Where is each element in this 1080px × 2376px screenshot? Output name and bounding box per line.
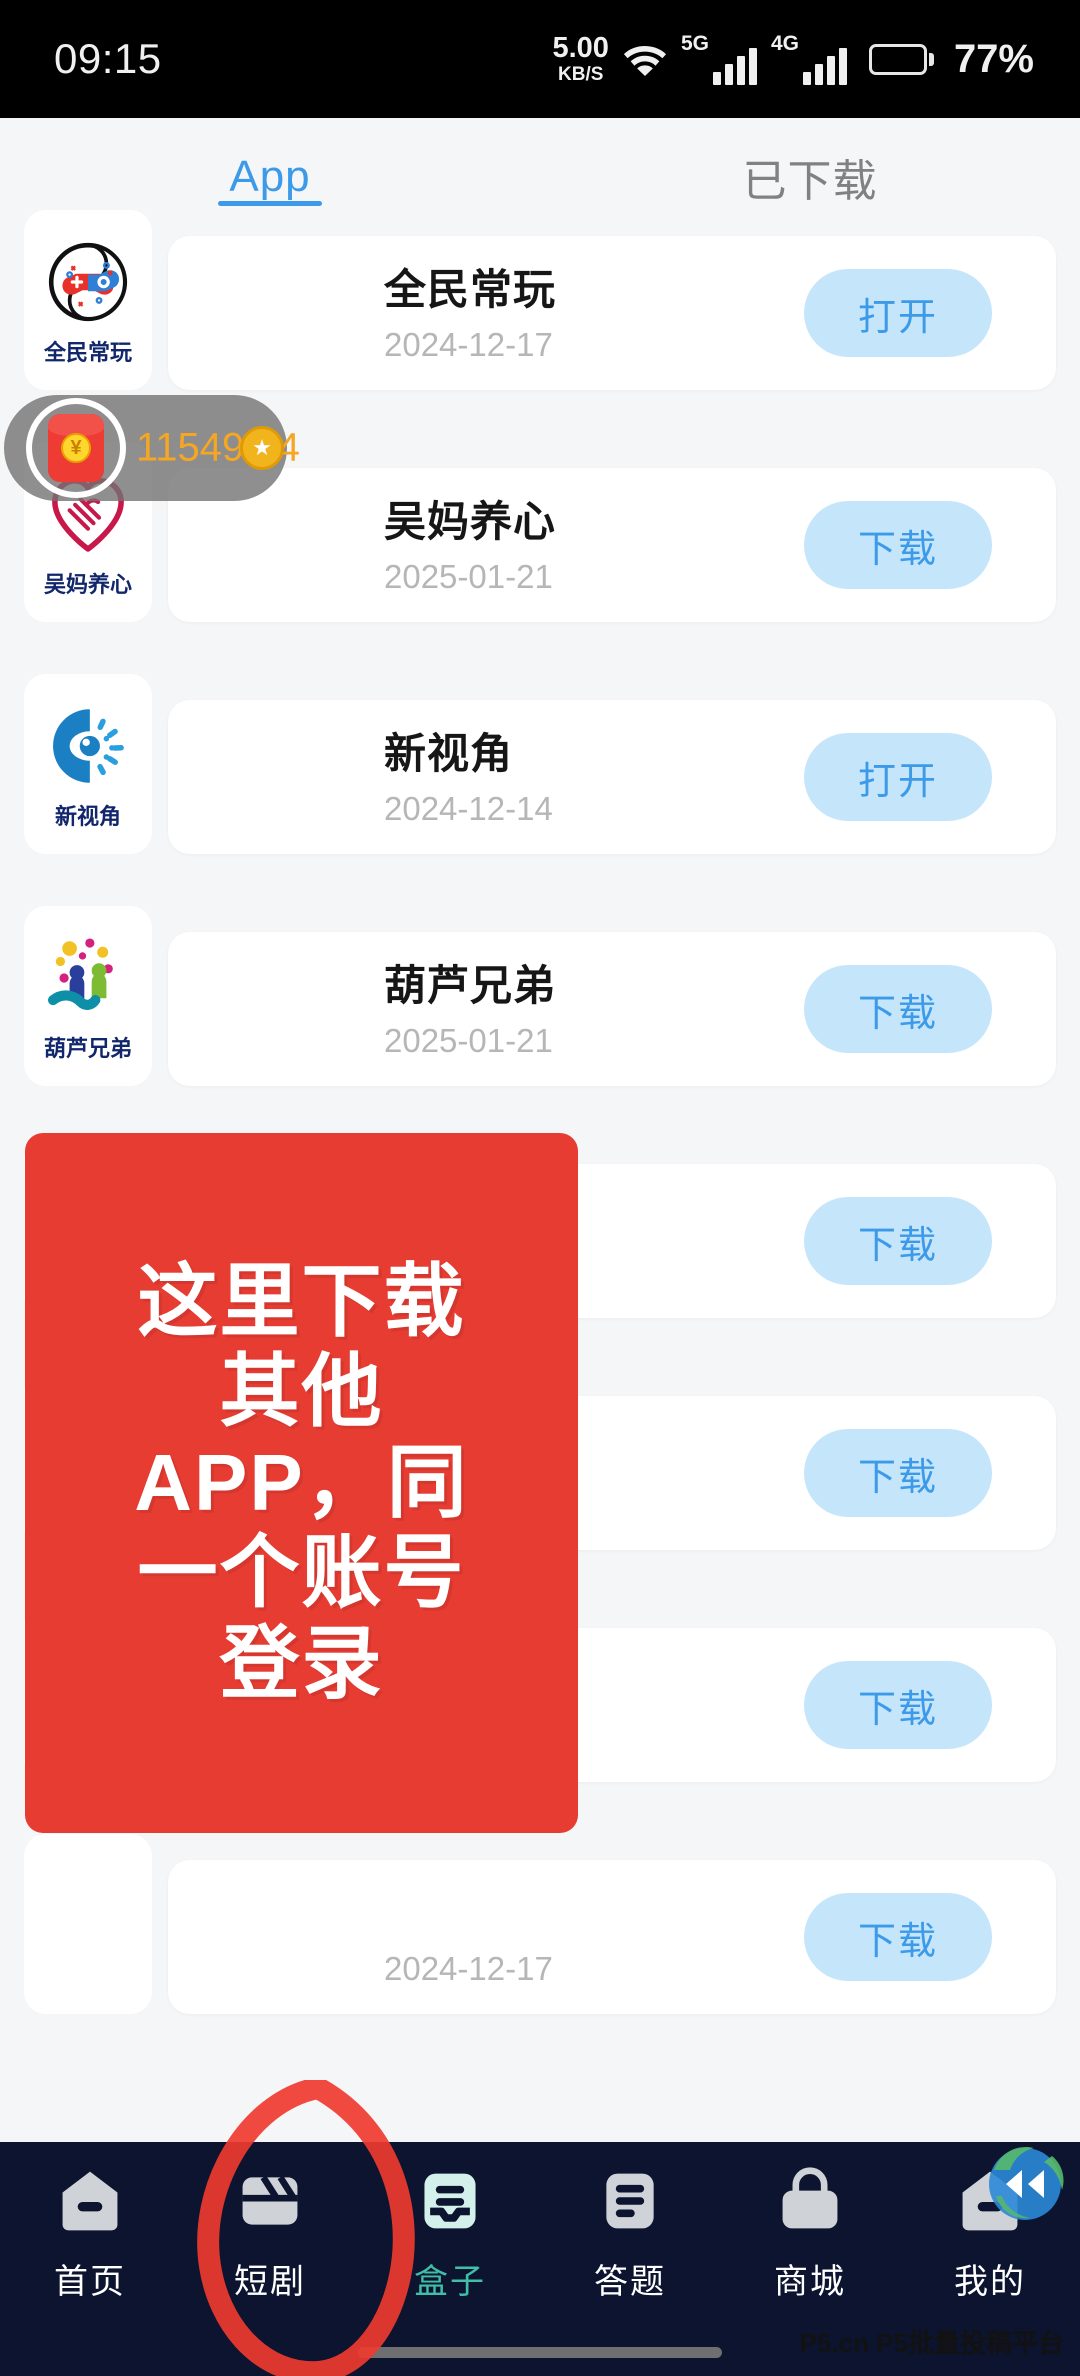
app-icon	[39, 1873, 137, 1971]
annotation-callout: 这里下载 其他 APP，同 一个账号 登录	[25, 1133, 578, 1833]
signal-5g-indicator: 5G	[680, 31, 757, 85]
tab-downloaded[interactable]: 已下载	[540, 145, 1080, 209]
app-date: 2024-12-14	[384, 790, 553, 827]
app-card[interactable]: 全民常玩 2024-12-17 打开	[168, 236, 1056, 390]
table-row[interactable]: 新视角 2024-12-14 打开 新视角	[0, 674, 1080, 854]
globe-rewind-icon[interactable]	[976, 2132, 1074, 2230]
app-action-button[interactable]: 下载	[804, 1429, 992, 1517]
app-card[interactable]: 吴妈养心 2025-01-21 下载	[168, 468, 1056, 622]
home-icon	[53, 2164, 127, 2238]
app-icon-label: 新视角	[54, 804, 121, 829]
app-name: 葫芦兄弟	[384, 962, 557, 1009]
nav-item-shortdrama[interactable]: 短剧	[180, 2164, 360, 2328]
app-icon-box[interactable]: 新视角	[24, 674, 152, 854]
red-envelope-icon: ¥	[48, 414, 104, 482]
annotation-line: 这里下载	[137, 1257, 466, 1347]
app-name: 新视角	[384, 730, 514, 777]
app-icon-label: 吴妈养心	[43, 572, 132, 597]
nav-label: 短剧	[234, 2263, 306, 2301]
battery-percent-label: 77%	[953, 36, 1034, 81]
signal-4g-bars	[802, 47, 847, 85]
app-date: 2024-12-17	[384, 1950, 553, 1987]
annotation-line: 登录	[219, 1618, 384, 1708]
phone-screen: 09:15 5.00 KB/S 5G 4G 77% App 已下载 全民常玩 2…	[0, 0, 1080, 2376]
table-row[interactable]: 葫芦兄弟 2025-01-21 下载 葫芦兄弟	[0, 906, 1080, 1086]
app-action-button[interactable]: 下载	[804, 1197, 992, 1285]
eye-sun-icon	[39, 697, 137, 795]
app-icon-box[interactable]	[24, 1834, 152, 2014]
network-speed-unit: KB/S	[558, 64, 604, 85]
table-row[interactable]: 2024-12-17 下载	[0, 1834, 1080, 2014]
nav-label: 首页	[54, 2263, 126, 2301]
annotation-line: APP，同	[134, 1437, 469, 1527]
app-date: 2025-01-21	[384, 558, 553, 595]
network-speed-value: 5.00	[552, 32, 609, 64]
table-row[interactable]: 全民常玩 2024-12-17 打开 全民常玩	[0, 210, 1080, 390]
box-icon	[413, 2164, 487, 2238]
app-action-button[interactable]: 下载	[804, 501, 992, 589]
app-date: 2024-12-17	[384, 326, 553, 363]
people-hand-icon	[39, 929, 137, 1027]
nav-item-box[interactable]: 盒子	[360, 2164, 540, 2328]
app-action-button[interactable]: 下载	[804, 1893, 992, 1981]
tab-downloaded-label: 已下载	[742, 157, 878, 206]
battery-icon	[868, 43, 934, 75]
app-date: 2025-01-21	[384, 1022, 553, 1059]
app-icon-label: 全民常玩	[43, 340, 132, 365]
gesture-home-bar[interactable]	[358, 2347, 722, 2358]
gold-coin-icon: ★	[240, 426, 284, 470]
annotation-line: 一个账号	[137, 1528, 466, 1618]
red-envelope-button[interactable]: ¥	[26, 398, 126, 498]
app-action-button[interactable]: 下载	[804, 1661, 992, 1749]
quiz-list-icon	[593, 2164, 667, 2238]
app-name: 全民常玩	[384, 266, 557, 313]
app-action-button[interactable]: 打开	[804, 269, 992, 357]
nav-label: 盒子	[414, 2263, 486, 2301]
film-clapper-icon	[233, 2164, 307, 2238]
app-action-button[interactable]: 下载	[804, 965, 992, 1053]
nav-item-shop[interactable]: 商城	[720, 2164, 900, 2328]
status-bar: 09:15 5.00 KB/S 5G 4G 77%	[0, 0, 1080, 118]
app-card[interactable]: 新视角 2024-12-14 打开	[168, 700, 1056, 854]
nav-item-home[interactable]: 首页	[0, 2164, 180, 2328]
tab-active-underline	[218, 201, 322, 206]
signal-5g-bars	[712, 47, 757, 85]
app-card[interactable]: 葫芦兄弟 2025-01-21 下载	[168, 932, 1056, 1086]
signal-5g-label: 5G	[680, 31, 709, 55]
nav-label: 答题	[594, 2263, 666, 2301]
status-indicators: 5.00 KB/S 5G 4G 77%	[552, 31, 1034, 85]
watermark-text: P5.cn P5批量投稿平台	[799, 2328, 1064, 2358]
status-time: 09:15	[54, 35, 162, 82]
tab-app-label: App	[229, 152, 311, 201]
tab-bar: App 已下载	[0, 118, 1080, 236]
yen-symbol: ¥	[61, 433, 91, 463]
app-icon-box[interactable]: 葫芦兄弟	[24, 906, 152, 1086]
gamepad-yin-yang-icon	[39, 233, 137, 331]
network-speed-indicator: 5.00 KB/S	[552, 32, 609, 85]
shopping-bag-icon	[773, 2164, 847, 2238]
floating-coin-widget[interactable]: ¥ 11549.94 ★	[4, 395, 300, 501]
signal-4g-label: 4G	[770, 31, 799, 55]
app-icon-label: 葫芦兄弟	[43, 1036, 132, 1061]
wifi-icon	[623, 42, 667, 76]
nav-label: 商城	[774, 2263, 846, 2301]
annotation-line: 其他	[219, 1347, 384, 1437]
tab-app[interactable]: App	[0, 152, 540, 206]
app-card[interactable]: 2024-12-17 下载	[168, 1860, 1056, 2014]
app-action-button[interactable]: 打开	[804, 733, 992, 821]
app-icon-box[interactable]: 全民常玩	[24, 210, 152, 390]
signal-4g-indicator: 4G	[770, 31, 847, 85]
nav-label: 我的	[954, 2263, 1026, 2301]
nav-item-quiz[interactable]: 答题	[540, 2164, 720, 2328]
app-name: 吴妈养心	[384, 498, 557, 545]
